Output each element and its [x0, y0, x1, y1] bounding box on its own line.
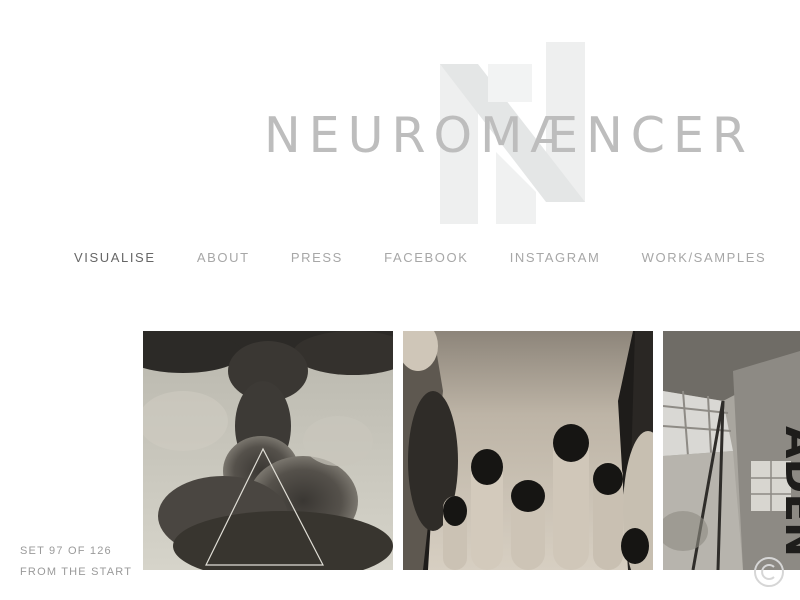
nav-item-facebook[interactable]: FACEBOOK	[384, 250, 468, 265]
nav-item-visualise[interactable]: VISUALISE	[74, 250, 156, 265]
gallery-tile-hand-on-neck[interactable]	[403, 331, 653, 570]
gallery-tile-smoke-cloud[interactable]	[143, 331, 393, 570]
site-logo[interactable]: NEUROMÆNCER	[0, 0, 800, 230]
nav-item-press[interactable]: PRESS	[291, 250, 343, 265]
logo-text: NEUROMÆNCER	[264, 107, 754, 164]
main-nav: VISUALISE ABOUT PRESS FACEBOOK INSTAGRAM…	[74, 250, 800, 265]
hall-overlay-text: ADEN	[776, 426, 800, 557]
set-info: SET 97 OF 126 FROM THE START	[20, 541, 132, 583]
nav-item-about[interactable]: ABOUT	[197, 250, 250, 265]
page: NEUROMÆNCER VISUALISE ABOUT PRESS FACEBO…	[0, 0, 800, 600]
gallery-tile-industrial-hall[interactable]: ADEN	[663, 331, 800, 570]
from-start-link[interactable]: FROM THE START	[20, 562, 132, 583]
hand-on-neck-image	[403, 331, 653, 570]
set-counter: SET 97 OF 126	[20, 545, 112, 557]
smoke-cloud-image	[143, 331, 393, 570]
nav-item-work-samples[interactable]: WORK/SAMPLES	[642, 250, 767, 265]
nav-item-instagram[interactable]: INSTAGRAM	[510, 250, 601, 265]
copyright-icon[interactable]	[752, 555, 786, 589]
industrial-hall-image: ADEN	[663, 331, 800, 570]
